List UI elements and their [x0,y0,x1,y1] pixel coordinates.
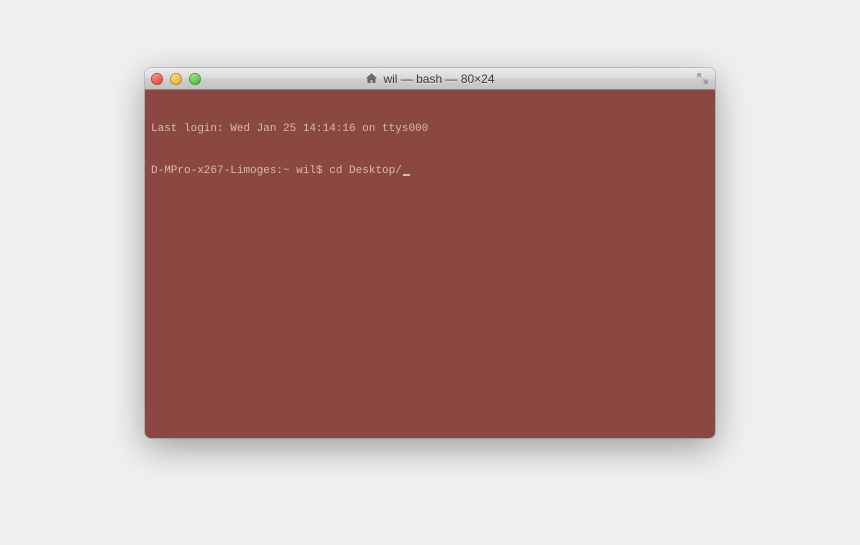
prompt-text: D-MPro-x267-Limoges:~ wil$ [151,164,329,178]
titlebar[interactable]: wil — bash — 80×24 [145,68,715,90]
last-login-line: Last login: Wed Jan 25 14:14:16 on ttys0… [151,122,709,136]
terminal-window: wil — bash — 80×24 Last login: Wed Jan 2… [145,68,715,438]
zoom-button[interactable] [189,73,201,85]
expand-icon [697,73,708,84]
traffic-lights [151,73,201,85]
window-title-group: wil — bash — 80×24 [145,72,715,86]
cursor [403,174,410,176]
close-button[interactable] [151,73,163,85]
home-icon [365,72,378,85]
window-title: wil — bash — 80×24 [383,72,494,86]
command-text: cd Desktop/ [329,164,402,178]
terminal-content[interactable]: Last login: Wed Jan 25 14:14:16 on ttys0… [145,90,715,438]
fullscreen-button[interactable] [695,72,709,86]
minimize-button[interactable] [170,73,182,85]
prompt-line: D-MPro-x267-Limoges:~ wil$ cd Desktop/ [151,164,709,178]
